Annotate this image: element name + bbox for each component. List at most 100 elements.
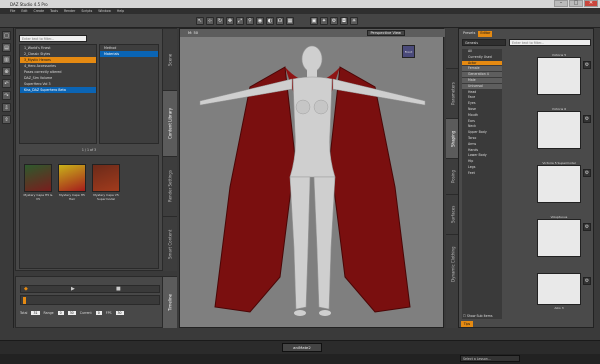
shaping-filter-input[interactable]: Enter text to filter... — [509, 39, 591, 46]
morph-gear-icon[interactable]: ⚙ — [583, 115, 591, 123]
geometry-editor-icon[interactable]: ▦ — [286, 16, 294, 25]
menu-tools[interactable]: Tools — [50, 9, 58, 13]
lesson-dropdown[interactable]: Select a Lesson... — [460, 355, 520, 362]
render-settings-icon[interactable]: ⚙ — [330, 16, 338, 25]
undo-icon[interactable]: ↶ — [2, 79, 11, 88]
export-icon[interactable]: ⇧ — [2, 115, 11, 124]
viewport-header: M: 50 Perspective View — [180, 29, 445, 37]
morph-thumb[interactable] — [537, 111, 581, 149]
show-sub-items-checkbox[interactable]: ☐ Show Sub Items — [463, 313, 523, 319]
key-icon[interactable]: ◆ — [24, 286, 28, 292]
figure-dropdown[interactable]: Genesis — [462, 39, 506, 46]
tab-scene[interactable]: Scene — [163, 28, 177, 90]
stop-icon[interactable]: ■ — [116, 286, 121, 292]
range-start-field[interactable]: 0 — [57, 311, 64, 315]
fps-field[interactable]: 30 — [115, 311, 124, 315]
menu-render[interactable]: Render — [64, 9, 75, 13]
viewport-label: M: 50 — [188, 31, 199, 35]
tips-button[interactable]: Tips — [461, 321, 473, 327]
tab-content-library[interactable]: Content Library — [163, 90, 177, 156]
asset-thumb[interactable] — [92, 164, 120, 192]
tab-smart-content[interactable]: Smart Content — [163, 216, 177, 271]
timeline-scrubber[interactable] — [20, 295, 160, 305]
rotate-icon[interactable]: ↻ — [216, 16, 224, 25]
open-icon[interactable]: ▤ — [2, 43, 11, 52]
timeline-transport: ◆ ▶ ■ — [20, 285, 160, 293]
current-field[interactable]: 0 — [95, 311, 102, 315]
merge-icon[interactable]: ⊕ — [2, 67, 11, 76]
morph-gear-icon[interactable]: ⚙ — [583, 169, 591, 177]
save-icon[interactable]: ▥ — [2, 55, 11, 64]
range-end-field[interactable]: 30 — [67, 311, 76, 315]
menu-create[interactable]: Create — [34, 9, 45, 13]
select-icon[interactable]: ↖ — [196, 16, 204, 25]
morph-thumb[interactable] — [537, 165, 581, 203]
node-select-icon[interactable]: ⊹ — [206, 16, 214, 25]
shaping-tabs: Presets Editor — [459, 31, 595, 37]
translate-icon[interactable]: ✥ — [226, 16, 234, 25]
redo-icon[interactable]: ↷ — [2, 91, 11, 100]
menu-scripts[interactable]: Scripts — [81, 9, 92, 13]
morph-gear-icon[interactable]: ⚙ — [583, 277, 591, 285]
viewport[interactable]: M: 50 Perspective View Front — [179, 28, 445, 328]
folder-tree: 1_World's Finest 2_Classic Styles 3_Myst… — [19, 44, 97, 144]
region-nav-icon[interactable]: ◉ — [256, 16, 264, 25]
spot-render-icon[interactable]: ▣ — [310, 16, 318, 25]
morph-label: Victoria 5 Supermodel — [542, 161, 576, 165]
light-icon[interactable]: ☀ — [350, 16, 358, 25]
minimize-button[interactable]: – — [554, 0, 568, 7]
joint-editor-icon[interactable]: ⚲ — [246, 16, 254, 25]
figure-render — [199, 45, 426, 316]
close-button[interactable]: ✕ — [584, 0, 598, 7]
morph-thumb[interactable] — [537, 273, 581, 305]
import-icon[interactable]: ⇩ — [2, 103, 11, 112]
asset-thumb[interactable] — [24, 164, 52, 192]
timeline-fields: Total 31 Range 0 30 Current 0 FPS 30 — [20, 309, 160, 317]
animate-tab[interactable]: aniMate2 — [282, 343, 322, 352]
prop-group[interactable]: Feet — [462, 171, 502, 177]
title-bar: DAZ Studio 4.5 Pro – □ ✕ — [0, 0, 600, 8]
render-icon[interactable]: ✦ — [320, 16, 328, 25]
left-tool-strip: □ ▤ ▥ ⊕ ↶ ↷ ⇩ ⇧ — [0, 28, 14, 328]
tab-editor[interactable]: Editor — [478, 31, 493, 37]
surface-select-icon[interactable]: ◐ — [266, 16, 274, 25]
field-label: Range — [43, 311, 54, 315]
morph-label: Victoria 5 — [551, 53, 567, 57]
asset-grid: Mystery Cape H5 & V5 Mystery Cape H5 Hai… — [19, 155, 159, 269]
tab-timeline[interactable]: Timeline — [163, 276, 177, 328]
menu-file[interactable]: File — [10, 9, 15, 13]
menu-edit[interactable]: Edit — [21, 9, 27, 13]
morph-thumb[interactable] — [537, 219, 581, 257]
right-panel-tabs: Parameters Shaping Posing Surfaces Dynam… — [446, 28, 460, 328]
maximize-button[interactable]: □ — [569, 0, 583, 7]
field-label: Current — [79, 311, 92, 315]
menu-help[interactable]: Help — [117, 9, 124, 13]
play-icon[interactable]: ▶ — [71, 286, 75, 292]
total-field[interactable]: 31 — [31, 311, 40, 315]
timeline-pane: ◆ ▶ ■ Total 31 Range 0 30 Current 0 FPS … — [15, 276, 163, 328]
morph-label: Voluptuous — [550, 215, 568, 219]
shaping-pane: Presets Editor Genesis Enter text to fil… — [458, 28, 594, 328]
tab-presets[interactable]: Presets — [463, 31, 475, 37]
camera-icon[interactable]: ◘ — [340, 16, 348, 25]
camera-dropdown[interactable]: Perspective View — [366, 30, 405, 36]
morph-gear-icon[interactable]: ⚙ — [583, 61, 591, 69]
asset-thumb[interactable] — [58, 164, 86, 192]
status-bar: aniMate2 — [0, 340, 600, 354]
menu-window[interactable]: Window — [98, 9, 111, 13]
morph-gear-icon[interactable]: ⚙ — [583, 223, 591, 231]
morph-thumb[interactable] — [537, 57, 581, 95]
subfolder-item[interactable]: Materials — [100, 51, 158, 57]
asset-label: Mystery Cape H5 Hair — [59, 193, 85, 201]
subfolder-list: Method Materials — [99, 44, 159, 144]
tree-item[interactable]: Kiss_DAZ Superhero Beta — [20, 87, 96, 93]
content-search-input[interactable]: Enter text to filter... — [19, 35, 87, 42]
scale-icon[interactable]: ⤢ — [236, 16, 244, 25]
pager: 1 / 1 of 3 — [81, 148, 97, 152]
main-toolbar: ↖ ⊹ ↻ ✥ ⤢ ⚲ ◉ ◐ ☊ ▦ ▣ ✦ ⚙ ◘ ☀ — [0, 14, 600, 28]
new-scene-icon[interactable]: □ — [2, 31, 11, 40]
tab-render-settings[interactable]: Render Settings — [163, 156, 177, 216]
pose-tool-icon[interactable]: ☊ — [276, 16, 284, 25]
scrubber-handle[interactable] — [23, 297, 26, 304]
morph-label: Aiko 3 — [554, 306, 564, 310]
